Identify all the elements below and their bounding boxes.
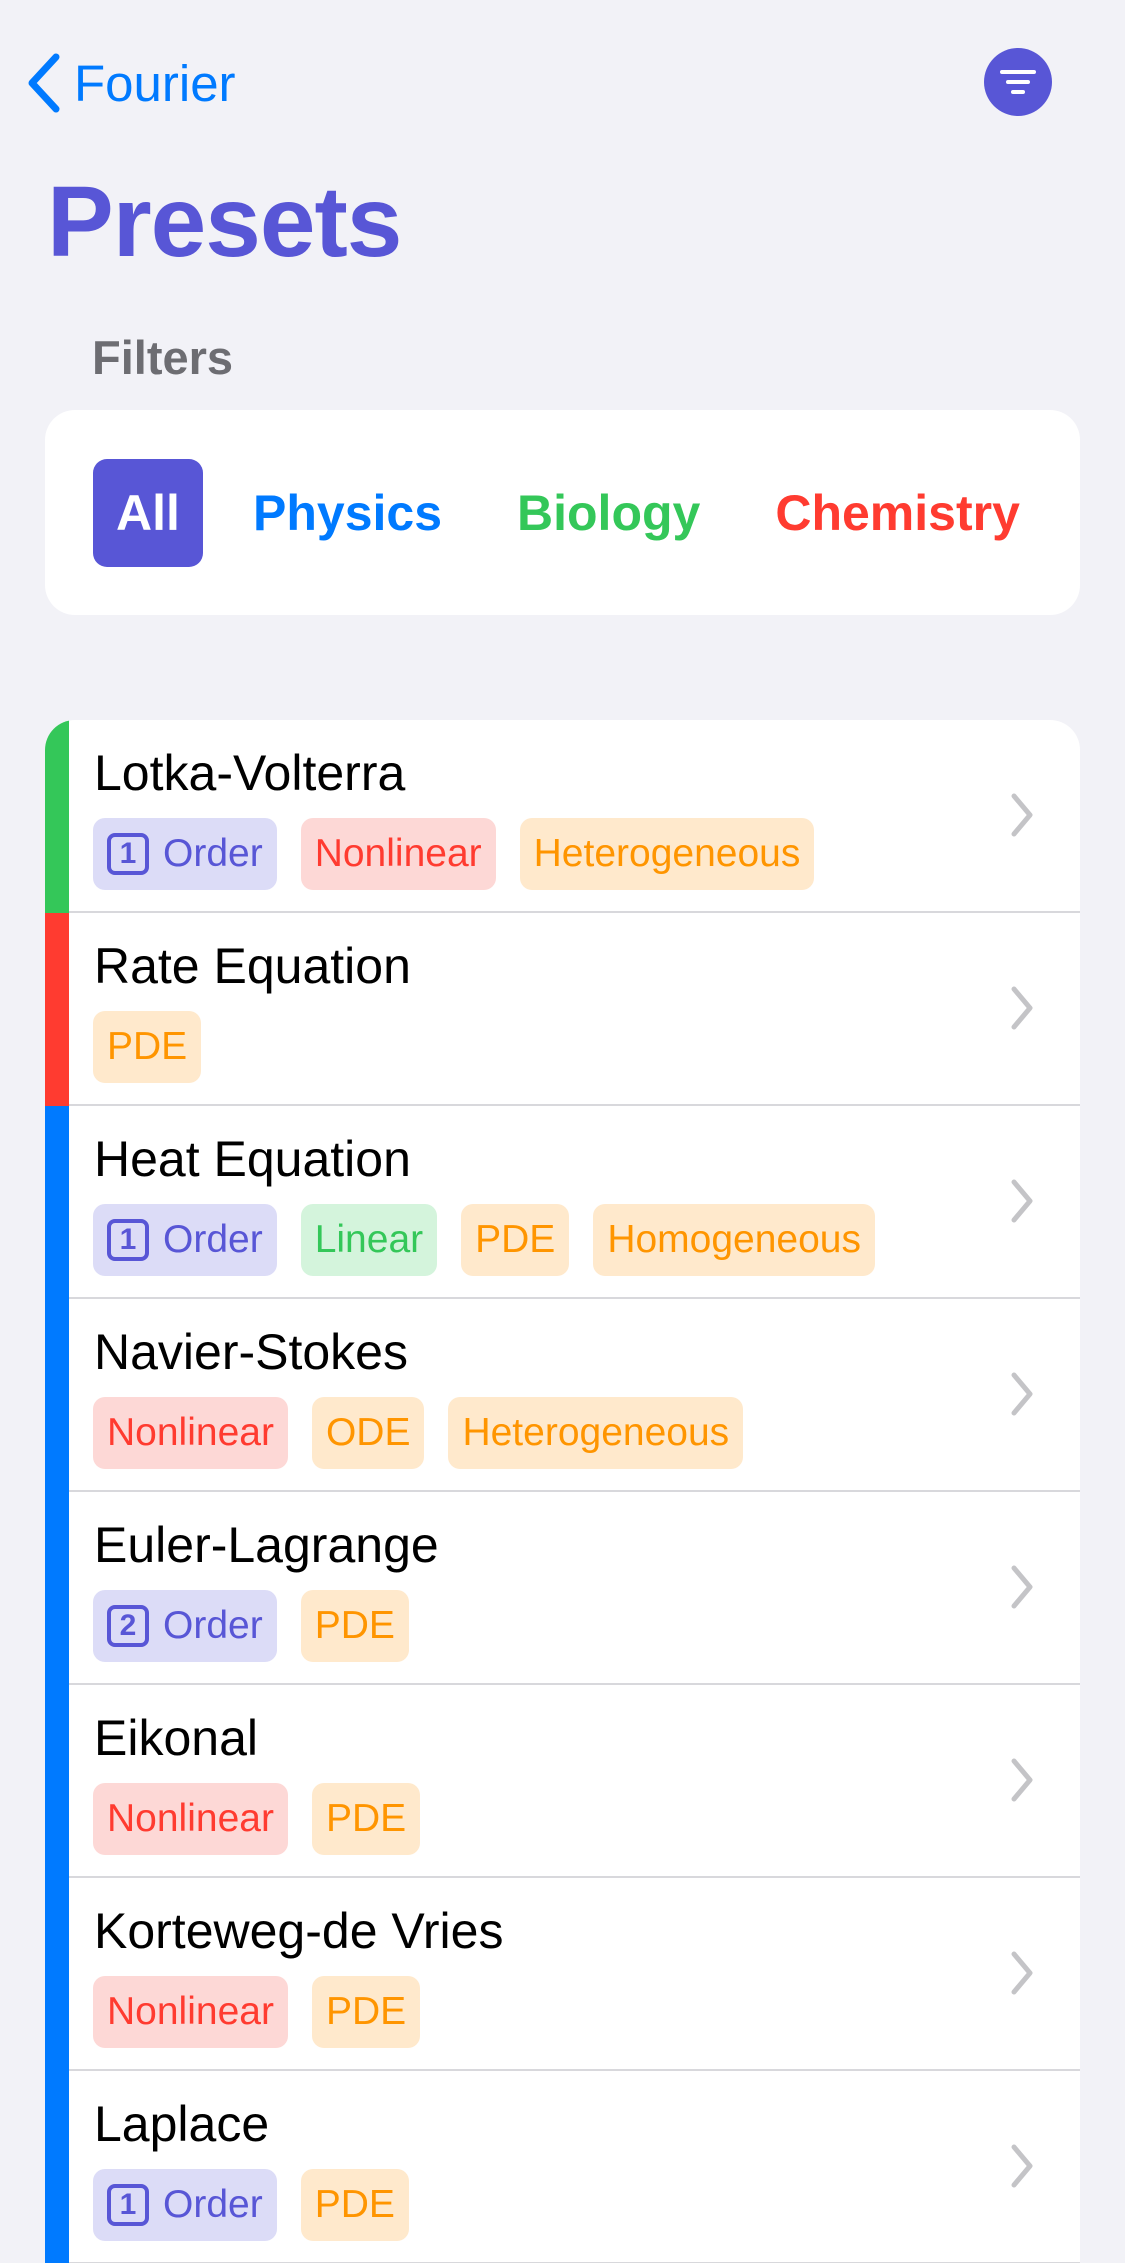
order-label: Order (163, 2183, 263, 2226)
category-color-bar (45, 2071, 69, 2263)
preset-name: Korteweg-de Vries (94, 1903, 504, 1959)
chevron-left-icon (28, 53, 60, 113)
preset-tags: 1 Order Nonlinear Heterogeneous (93, 818, 838, 890)
filter-chemistry[interactable]: Chemistry (775, 484, 1020, 542)
property-tag: PDE (300, 2169, 409, 2241)
category-color-bar (45, 913, 69, 1106)
order-tag: 1 Order (93, 2169, 277, 2241)
navigation-bar: Fourier (0, 0, 1125, 160)
filter-all[interactable]: All (93, 458, 203, 567)
category-color-bar (45, 720, 69, 913)
preset-tags: Nonlinear PDE (93, 1783, 444, 1855)
preset-name: Navier-Stokes (94, 1324, 408, 1380)
property-tag: Heterogeneous (519, 818, 815, 890)
order-number-icon: 1 (107, 833, 149, 875)
property-tag: PDE (461, 1204, 570, 1276)
property-tag: Nonlinear (300, 818, 496, 890)
preset-row[interactable]: Laplace 1 Order PDE (45, 2071, 1080, 2263)
category-color-bar (45, 1492, 69, 1685)
order-tag: 1 Order (93, 1204, 277, 1276)
property-tag: PDE (93, 1011, 202, 1083)
preset-name: Heat Equation (94, 1131, 411, 1187)
order-tag: 2 Order (93, 1590, 277, 1662)
chevron-right-icon (1011, 1372, 1033, 1416)
property-tag: Homogeneous (593, 1204, 875, 1276)
preset-row[interactable]: Rate Equation PDE (45, 913, 1080, 1106)
filter-lines-icon (1000, 70, 1036, 94)
preset-row[interactable]: Korteweg-de Vries Nonlinear PDE (45, 1878, 1080, 2071)
preset-tags: 2 Order PDE (93, 1590, 433, 1662)
order-label: Order (163, 1218, 263, 1261)
property-tag: PDE (311, 1783, 421, 1855)
page-title: Presets (47, 166, 402, 278)
preset-tags: 1 Order Linear PDE Homogeneous (93, 1204, 899, 1276)
property-tag: Heterogeneous (448, 1397, 744, 1469)
order-label: Order (163, 1604, 263, 1647)
preset-tags: 1 Order PDE (93, 2169, 433, 2241)
preset-name: Lotka-Volterra (94, 745, 406, 801)
back-label: Fourier (74, 54, 236, 112)
chevron-right-icon (1011, 1565, 1033, 1609)
property-tag: Nonlinear (93, 1397, 288, 1469)
back-button[interactable]: Fourier (24, 48, 236, 118)
preset-row[interactable]: Lotka-Volterra 1 Order Nonlinear Heterogeneo… (45, 720, 1080, 913)
chevron-right-icon (1011, 793, 1033, 837)
preset-tags: Nonlinear PDE (93, 1976, 444, 2048)
filters-header: Filters (92, 331, 234, 384)
filter-physics[interactable]: Physics (253, 484, 442, 542)
category-color-bar (45, 1106, 69, 1299)
property-tag: Nonlinear (93, 1783, 288, 1855)
property-tag: PDE (311, 1976, 421, 2048)
category-color-bar (45, 1878, 69, 2071)
filter-segmented-control: All Physics Biology Chemistry (45, 410, 1080, 615)
order-number-icon: 1 (107, 1219, 149, 1261)
category-color-bar (45, 1685, 69, 1878)
chevron-right-icon (1011, 1951, 1033, 1995)
preset-tags: PDE (93, 1011, 225, 1083)
presets-screen: Fourier Presets Filters All Physics Biol… (0, 0, 1125, 2263)
property-tag: Linear (300, 1204, 438, 1276)
order-number-icon: 2 (107, 1605, 149, 1647)
property-tag: PDE (300, 1590, 409, 1662)
preset-name: Eikonal (94, 1710, 258, 1766)
preset-name: Euler-Lagrange (94, 1517, 439, 1573)
property-tag: ODE (311, 1397, 425, 1469)
order-number-icon: 1 (107, 2184, 149, 2226)
chevron-right-icon (1011, 1758, 1033, 1802)
preset-tags: Nonlinear ODE Heterogeneous (93, 1397, 767, 1469)
chevron-right-icon (1011, 986, 1033, 1030)
category-color-bar (45, 1299, 69, 1492)
preset-row[interactable]: Navier-Stokes Nonlinear ODE Heterogeneous (45, 1299, 1080, 1492)
preset-row[interactable]: Euler-Lagrange 2 Order PDE (45, 1492, 1080, 1685)
chevron-right-icon (1011, 1179, 1033, 1223)
order-tag: 1 Order (93, 818, 277, 890)
preset-list: Lotka-Volterra 1 Order Nonlinear Heterogeneo… (45, 720, 1080, 2263)
filter-menu-button[interactable] (984, 48, 1052, 116)
order-label: Order (163, 832, 263, 875)
preset-name: Laplace (94, 2096, 270, 2152)
filter-biology[interactable]: Biology (517, 484, 700, 542)
preset-name: Rate Equation (94, 938, 411, 994)
preset-row[interactable]: Eikonal Nonlinear PDE (45, 1685, 1080, 1878)
chevron-right-icon (1011, 2144, 1033, 2188)
preset-row[interactable]: Heat Equation 1 Order Linear PDE Homogeneous (45, 1106, 1080, 1299)
property-tag: Nonlinear (93, 1976, 288, 2048)
